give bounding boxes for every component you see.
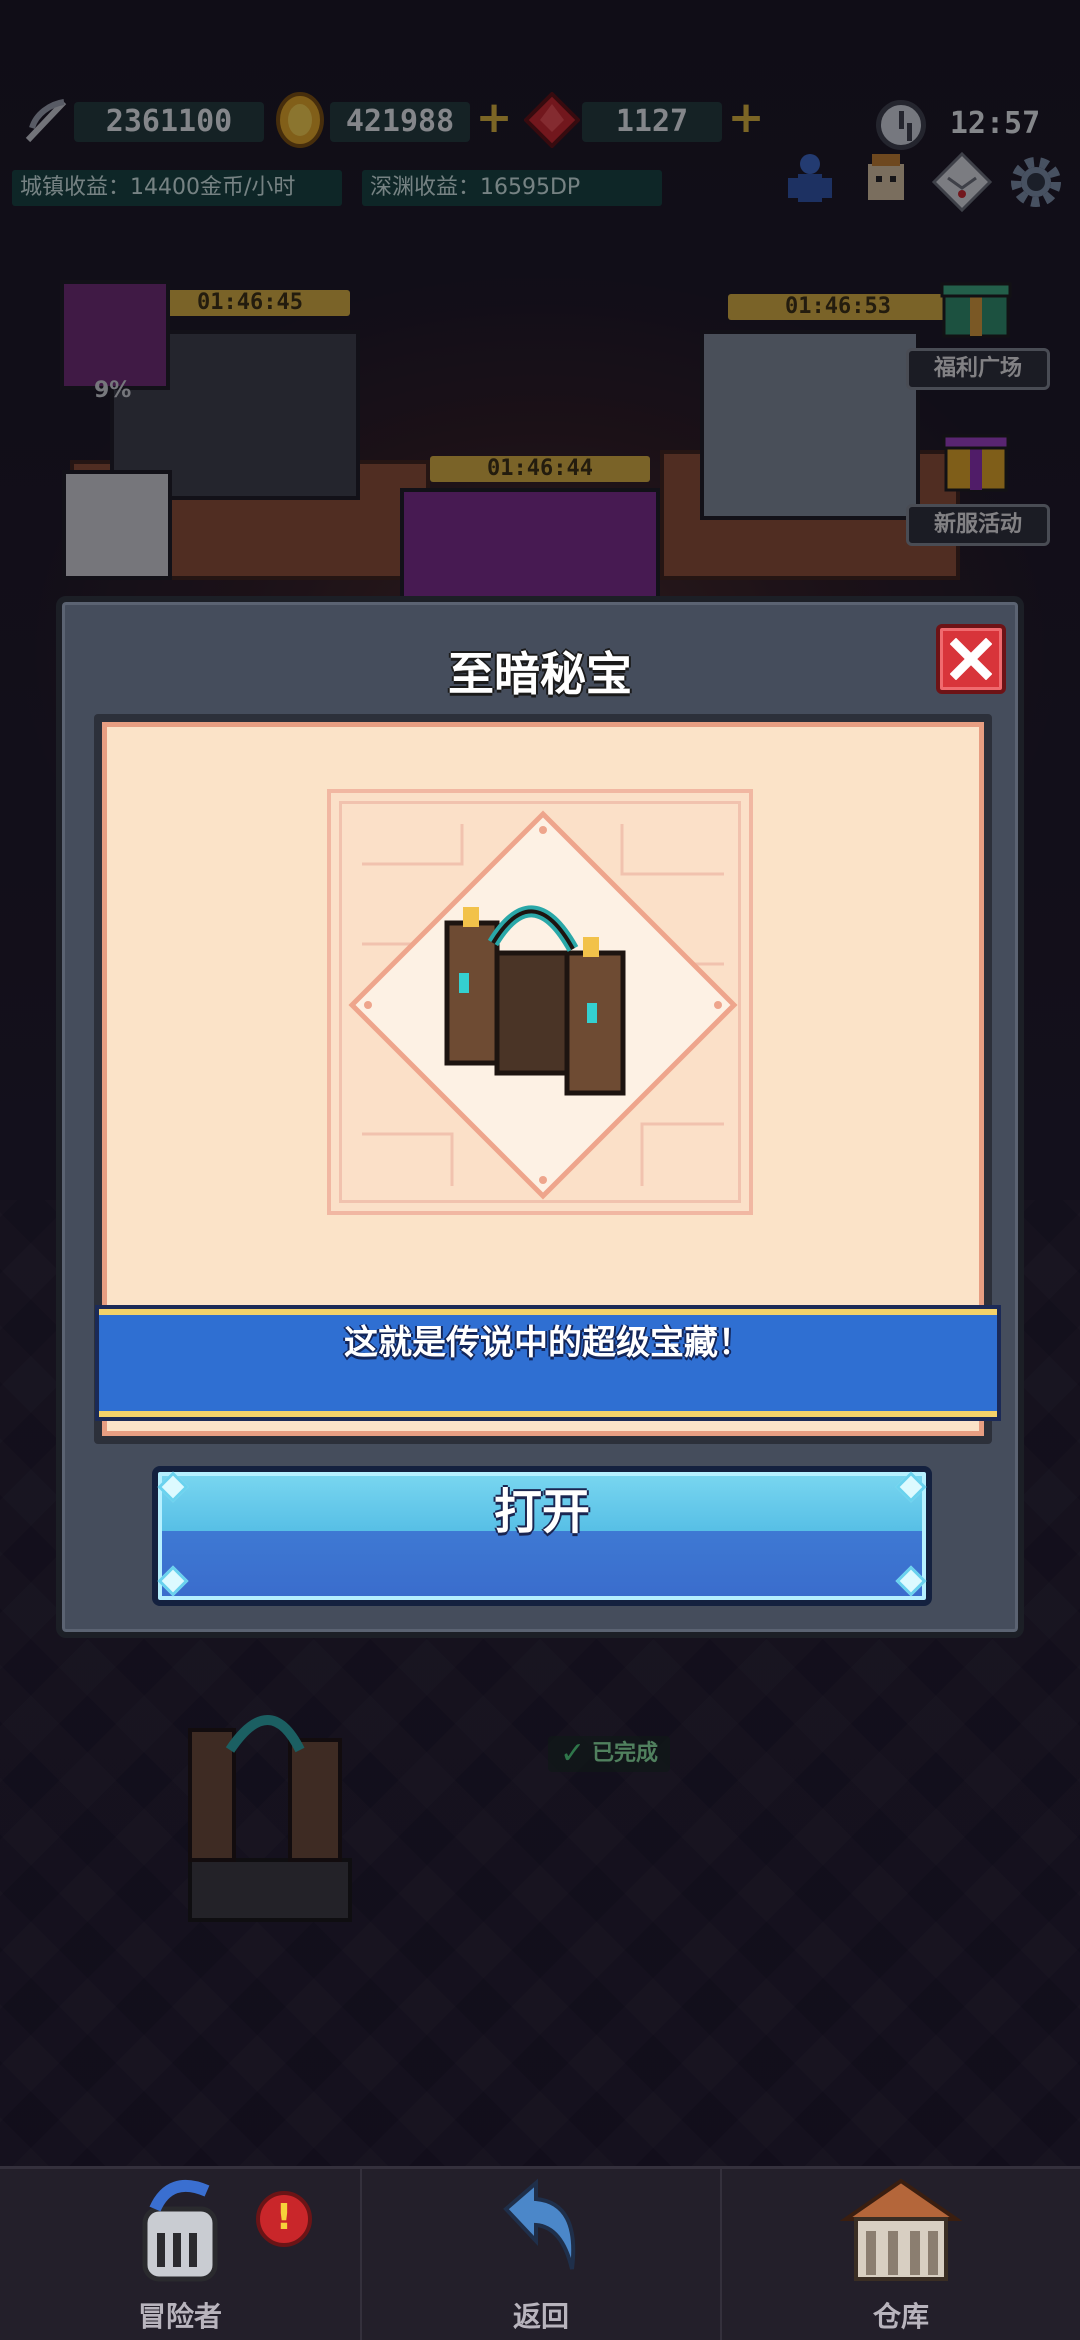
alert-badge-icon: ! [256,2191,312,2247]
treasure-frame [327,789,753,1215]
knight-helmet-icon [142,2179,218,2282]
back-arrow-icon [503,2178,576,2270]
close-button[interactable] [936,624,1006,694]
nav-adventurer-label: 冒险者 [137,2300,222,2333]
nav-adventurer[interactable]: ! 冒险者 [0,2169,360,2340]
nav-warehouse-label: 仓库 [872,2300,929,2333]
treasure-description: 这就是传说中的超级宝藏！ [344,1323,752,1363]
bottom-nav: ! 冒险者 返回 仓库 [0,2166,1080,2340]
treasure-panel: 这就是传说中的超级宝藏！ [94,714,997,1444]
warehouse-building-icon [839,2178,963,2281]
close-icon [950,638,992,680]
treasure-banner: 这就是传说中的超级宝藏！ [99,1309,997,1417]
nav-back-label: 返回 [512,2300,569,2333]
open-button-label: 打开 [493,1484,590,1540]
dialog-title: 至暗秘宝 [448,647,632,701]
open-button[interactable]: 打开 [152,1466,932,1606]
dark-gate-treasure-icon [444,905,626,1096]
treasure-dialog: 至暗秘宝 这就是传说中的超级宝藏！ 打开 [56,596,1024,1638]
nav-back[interactable]: 返回 [360,2169,720,2340]
treasure-panel-inner: 这就是传说中的超级宝藏！ [99,722,997,1436]
nav-warehouse[interactable]: 仓库 [720,2169,1080,2340]
